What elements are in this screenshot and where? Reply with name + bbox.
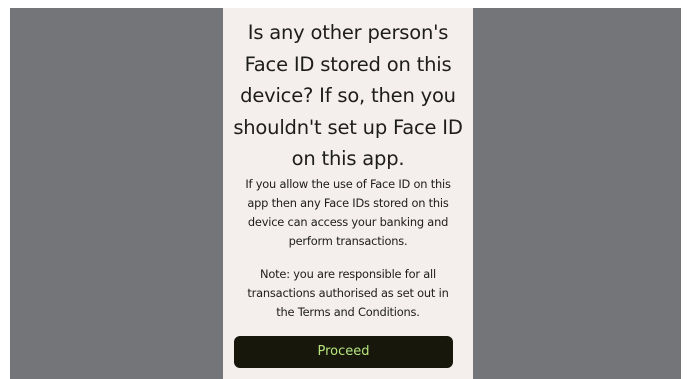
explanation-line: perform transactions.	[288, 234, 408, 248]
dimmed-backdrop: Is any other person's Face ID stored on …	[10, 8, 681, 379]
face-id-explanation: If you allow the use of Face ID on this …	[229, 175, 467, 251]
explanation-line: If you allow the use of Face ID on this	[245, 177, 451, 191]
heading-line: device? If so, then you	[240, 84, 456, 107]
explanation-line: device can access your banking and	[247, 215, 449, 229]
face-id-warning-dialog: Is any other person's Face ID stored on …	[223, 8, 473, 379]
heading-line: shouldn't set up Face ID	[233, 115, 463, 139]
heading-line: on this app.	[291, 147, 405, 170]
note-line: Note: you are responsible for all	[260, 267, 436, 281]
note-line: the Terms and Conditions.	[276, 305, 420, 319]
note-line: transactions authorised as set out in	[247, 286, 449, 300]
responsibility-note: Note: you are responsible for all transa…	[229, 265, 467, 322]
explanation-line: app then any Face IDs stored on this	[247, 196, 449, 210]
heading-line: Face ID stored on this	[244, 52, 452, 76]
proceed-button[interactable]: Proceed	[234, 336, 453, 368]
dialog-heading: Is any other person's Face ID stored on …	[223, 17, 473, 175]
heading-line: Is any other person's	[247, 21, 449, 44]
